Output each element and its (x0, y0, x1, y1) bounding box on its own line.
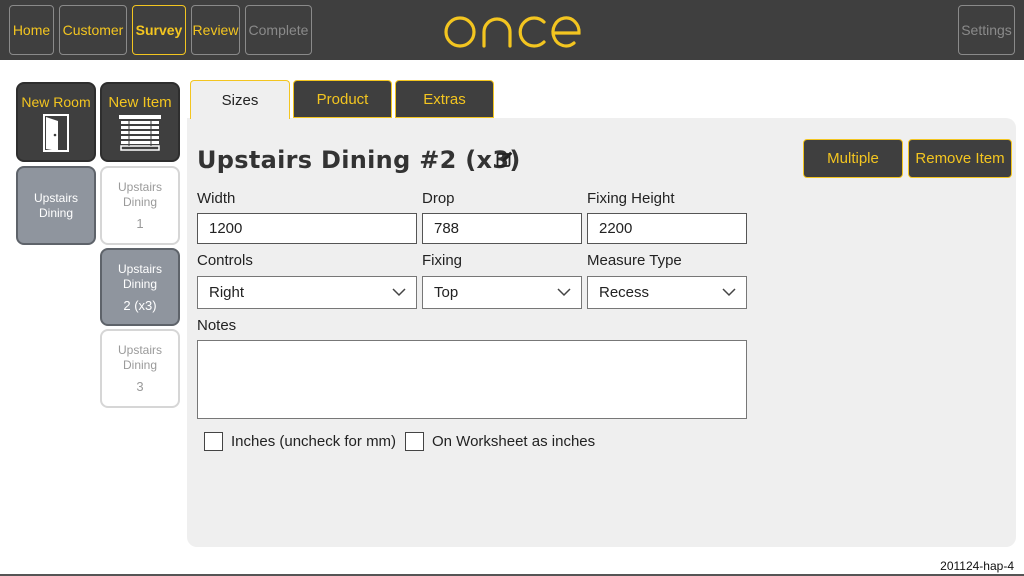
top-nav-bar: Home Customer Survey Review Complete Set… (0, 0, 1024, 60)
item-tile-line2: Dining (122, 276, 158, 291)
worksheet-inches-label: On Worksheet as inches (432, 433, 596, 450)
item-tile-1[interactable]: Upstairs Dining 1 (100, 166, 180, 245)
nav-complete-button[interactable]: Complete (245, 5, 312, 55)
fixing-label: Fixing (422, 252, 463, 269)
inches-label: Inches (uncheck for mm) (231, 433, 397, 450)
chevron-down-icon (557, 288, 571, 297)
drop-input[interactable]: 788 (422, 213, 582, 244)
room-tile-upstairs-dining[interactable]: Upstairs Dining (16, 166, 96, 245)
nav-home-button[interactable]: Home (9, 5, 54, 55)
tab-sizes[interactable]: Sizes (190, 80, 290, 119)
nav-survey-button[interactable]: Survey (132, 5, 186, 55)
edit-icon[interactable] (496, 150, 514, 168)
new-item-label: New Item (108, 94, 172, 111)
item-title: Upstairs Dining #2 (x3) (197, 146, 521, 174)
fixing-height-input[interactable]: 2200 (587, 213, 747, 244)
item-tile-line2: Dining (122, 195, 158, 209)
nav-review-button[interactable]: Review (191, 5, 240, 55)
tab-product[interactable]: Product (293, 80, 392, 118)
item-tile-3[interactable]: Upstairs Dining 3 (100, 329, 180, 408)
fixing-select[interactable]: Top (422, 276, 582, 309)
item-tile-number: 2 (x3) (123, 297, 157, 313)
notes-textarea[interactable] (197, 340, 747, 419)
fixing-value: Top (434, 284, 459, 301)
item-tile-2[interactable]: Upstairs Dining 2 (x3) (100, 248, 180, 326)
notes-label: Notes (197, 317, 237, 334)
room-tile-line2: Dining (38, 205, 74, 220)
controls-label: Controls (197, 252, 253, 269)
door-icon (43, 114, 69, 152)
measure-type-label: Measure Type (587, 252, 682, 269)
new-room-button[interactable]: New Room (16, 82, 96, 162)
blind-icon (119, 115, 161, 151)
multiple-button[interactable]: Multiple (803, 139, 903, 178)
chevron-down-icon (392, 288, 406, 297)
nav-settings-button[interactable]: Settings (958, 5, 1015, 55)
controls-select[interactable]: Right (197, 276, 417, 309)
measure-type-value: Recess (599, 284, 650, 301)
item-tile-line1: Upstairs (117, 180, 162, 194)
new-room-label: New Room (21, 94, 91, 110)
controls-value: Right (209, 284, 245, 301)
inches-checkbox[interactable] (204, 432, 223, 451)
new-item-button[interactable]: New Item (100, 82, 180, 162)
item-tile-line2: Dining (122, 358, 158, 372)
nav-customer-button[interactable]: Customer (59, 5, 127, 55)
remove-item-button[interactable]: Remove Item (908, 139, 1012, 178)
width-label: Width (197, 190, 236, 207)
room-tile-line1: Upstairs (33, 190, 78, 205)
item-tile-line1: Upstairs (117, 343, 162, 357)
item-tile-line1: Upstairs (117, 261, 162, 276)
item-detail-panel (187, 118, 1016, 547)
measure-type-select[interactable]: Recess (587, 276, 747, 309)
item-tile-number: 3 (136, 379, 144, 394)
worksheet-inches-checkbox[interactable] (405, 432, 424, 451)
width-input[interactable]: 1200 (197, 213, 417, 244)
drop-label: Drop (422, 190, 455, 207)
tab-extras[interactable]: Extras (395, 80, 494, 118)
once-logo (444, 16, 581, 48)
item-tile-number: 1 (136, 216, 144, 231)
chevron-down-icon (722, 288, 736, 297)
fixing-height-label: Fixing Height (587, 190, 675, 207)
version-label: 201124-hap-4 (940, 559, 1014, 573)
